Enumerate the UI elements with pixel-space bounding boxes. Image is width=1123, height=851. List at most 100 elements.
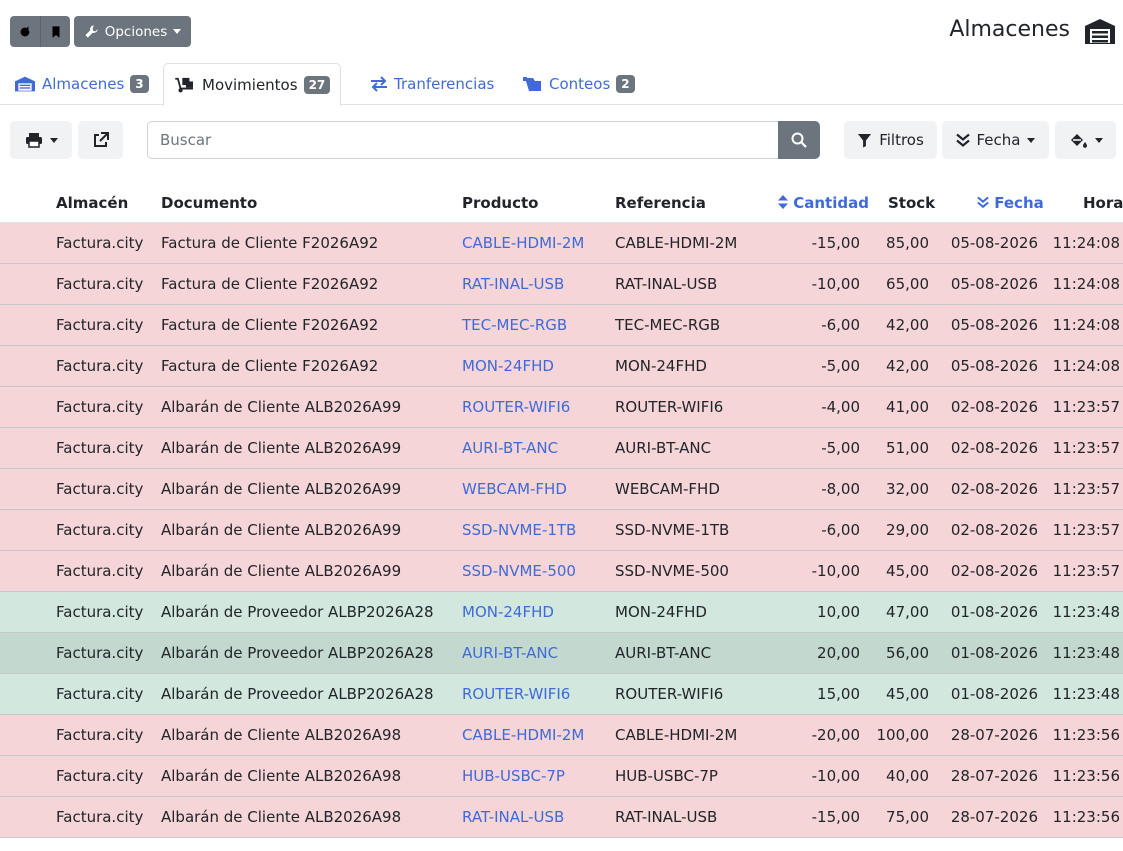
top-bar: Opciones Almacenes — [0, 0, 1123, 60]
filters-button[interactable]: Filtros — [844, 121, 937, 159]
cell-almacen: Factura.city — [56, 644, 144, 662]
exchange-icon — [371, 76, 387, 92]
table-row[interactable]: Factura.city Albarán de Cliente ALB2026A9… — [0, 715, 1123, 756]
column-header-cantidad[interactable]: Cantidad — [778, 194, 869, 212]
cell-referencia: ROUTER-WIFI6 — [615, 398, 724, 416]
column-header-hora[interactable]: Hora — [1083, 194, 1123, 212]
chevron-down-icon — [49, 137, 58, 143]
tab-conteos[interactable]: Conteos 2 — [513, 63, 645, 105]
cell-producto-link[interactable]: TEC-MEC-RGB — [462, 316, 567, 334]
cell-referencia: HUB-USBC-7P — [615, 767, 718, 785]
table-row[interactable]: Factura.city Factura de Cliente F2026A92 C… — [0, 223, 1123, 264]
search-icon — [791, 132, 807, 148]
cell-producto-link[interactable]: RAT-INAL-USB — [462, 275, 564, 293]
cell-fecha: 05-08-2026 — [950, 234, 1038, 252]
date-sort-label: Fecha — [976, 131, 1021, 149]
warehouse-icon — [1085, 19, 1115, 44]
cell-hora: 11:23:57 — [1052, 398, 1120, 416]
tab-movimientos[interactable]: Movimientos 27 — [163, 63, 342, 106]
cell-documento: Factura de Cliente F2026A92 — [161, 316, 379, 334]
cell-cantidad: -15,00 — [811, 234, 860, 252]
filters-label: Filtros — [879, 131, 924, 149]
wrench-icon — [85, 25, 98, 38]
cell-producto-link[interactable]: CABLE-HDMI-2M — [462, 234, 584, 252]
cell-producto-link[interactable]: WEBCAM-FHD — [462, 480, 567, 498]
count-badge: 2 — [616, 75, 635, 93]
cell-almacen: Factura.city — [56, 808, 144, 826]
date-sort-dropdown-button[interactable]: Fecha — [942, 121, 1049, 159]
cell-stock: 47,00 — [886, 603, 929, 621]
cell-stock: 85,00 — [886, 234, 929, 252]
cell-producto-link[interactable]: ROUTER-WIFI6 — [462, 398, 570, 416]
cell-hora: 11:23:57 — [1052, 562, 1120, 580]
column-header-fecha[interactable]: Fecha — [977, 194, 1044, 212]
cell-producto-link[interactable]: SSD-NVME-1TB — [462, 521, 576, 539]
table-row[interactable]: Factura.city Albarán de Cliente ALB2026A9… — [0, 797, 1123, 838]
chevron-down-icon — [1094, 137, 1103, 143]
cell-fecha: 28-07-2026 — [950, 808, 1038, 826]
cell-producto-link[interactable]: HUB-USBC-7P — [462, 767, 565, 785]
cell-referencia: AURI-BT-ANC — [615, 644, 712, 662]
cell-fecha: 02-08-2026 — [950, 521, 1038, 539]
cell-documento: Albarán de Cliente ALB2026A98 — [161, 767, 402, 785]
cell-producto-link[interactable]: MON-24FHD — [462, 357, 554, 375]
cell-producto-link[interactable]: AURI-BT-ANC — [462, 439, 558, 457]
color-dropdown-button[interactable] — [1055, 121, 1116, 159]
table-row[interactable]: Factura.city Albarán de Cliente ALB2026A9… — [0, 387, 1123, 428]
column-header-label: Fecha — [994, 194, 1044, 212]
page-title: Almacenes — [949, 17, 1070, 42]
table-row[interactable]: Factura.city Factura de Cliente F2026A92 M… — [0, 346, 1123, 387]
table-row[interactable]: Factura.city Albarán de Cliente ALB2026A9… — [0, 510, 1123, 551]
chevron-down-icon — [1027, 137, 1036, 143]
cell-producto-link[interactable]: CABLE-HDMI-2M — [462, 726, 584, 744]
cell-producto-link[interactable]: MON-24FHD — [462, 603, 554, 621]
table-row[interactable]: Factura.city Albarán de Proveedor ALBP202… — [0, 633, 1123, 674]
search-button[interactable] — [778, 121, 820, 159]
bookmark-button[interactable] — [40, 16, 70, 47]
table-row[interactable]: Factura.city Albarán de Cliente ALB2026A9… — [0, 469, 1123, 510]
table-row[interactable]: Factura.city Factura de Cliente F2026A92 T… — [0, 305, 1123, 346]
column-header-documento[interactable]: Documento — [161, 194, 257, 212]
cell-referencia: TEC-MEC-RGB — [615, 316, 721, 334]
print-dropdown-button[interactable] — [10, 121, 72, 159]
cell-stock: 42,00 — [886, 357, 929, 375]
cell-cantidad: -4,00 — [821, 398, 860, 416]
tab-transferencias[interactable]: Tranferencias — [360, 63, 504, 105]
cell-producto-link[interactable]: RAT-INAL-USB — [462, 808, 564, 826]
refresh-button[interactable] — [10, 16, 40, 47]
cell-producto-link[interactable]: SSD-NVME-500 — [462, 562, 576, 580]
column-header-producto[interactable]: Producto — [462, 194, 538, 212]
table-row[interactable]: Factura.city Factura de Cliente F2026A92 R… — [0, 264, 1123, 305]
cell-producto-link[interactable]: AURI-BT-ANC — [462, 644, 558, 662]
search-placeholder: Buscar — [160, 131, 212, 149]
cell-hora: 11:23:48 — [1052, 644, 1120, 662]
cell-stock: 51,00 — [886, 439, 929, 457]
column-header-referencia[interactable]: Referencia — [615, 194, 706, 212]
table-row[interactable]: Factura.city Albarán de Cliente ALB2026A9… — [0, 428, 1123, 469]
cell-hora: 11:23:56 — [1052, 767, 1120, 785]
column-header-almacen[interactable]: Almacén — [56, 194, 128, 212]
cell-referencia: ROUTER-WIFI6 — [615, 685, 724, 703]
table-row[interactable]: Factura.city Albarán de Proveedor ALBP202… — [0, 674, 1123, 715]
table-row[interactable]: Factura.city Albarán de Proveedor ALBP202… — [0, 592, 1123, 633]
cell-documento: Albarán de Cliente ALB2026A99 — [161, 439, 402, 457]
cell-producto-link[interactable]: ROUTER-WIFI6 — [462, 685, 570, 703]
cell-referencia: SSD-NVME-500 — [615, 562, 729, 580]
cell-documento: Albarán de Cliente ALB2026A99 — [161, 480, 402, 498]
count-badge: 27 — [303, 75, 331, 94]
column-header-stock[interactable]: Stock — [888, 194, 935, 212]
options-dropdown-button[interactable]: Opciones — [74, 16, 191, 47]
table-row[interactable]: Factura.city Albarán de Cliente ALB2026A9… — [0, 551, 1123, 592]
cell-stock: 45,00 — [886, 685, 929, 703]
paint-bucket-icon — [1070, 134, 1087, 148]
cell-referencia: MON-24FHD — [615, 603, 707, 621]
options-label: Opciones — [104, 23, 168, 40]
tab-label: Almacenes — [42, 75, 125, 93]
cell-stock: 56,00 — [886, 644, 929, 662]
tab-almacenes[interactable]: Almacenes 3 — [4, 63, 159, 105]
open-external-button[interactable] — [78, 121, 123, 159]
search-input[interactable]: Buscar — [147, 121, 779, 159]
cell-documento: Albarán de Cliente ALB2026A99 — [161, 398, 402, 416]
tab-label: Movimientos — [202, 75, 298, 94]
table-row[interactable]: Factura.city Albarán de Cliente ALB2026A9… — [0, 756, 1123, 797]
